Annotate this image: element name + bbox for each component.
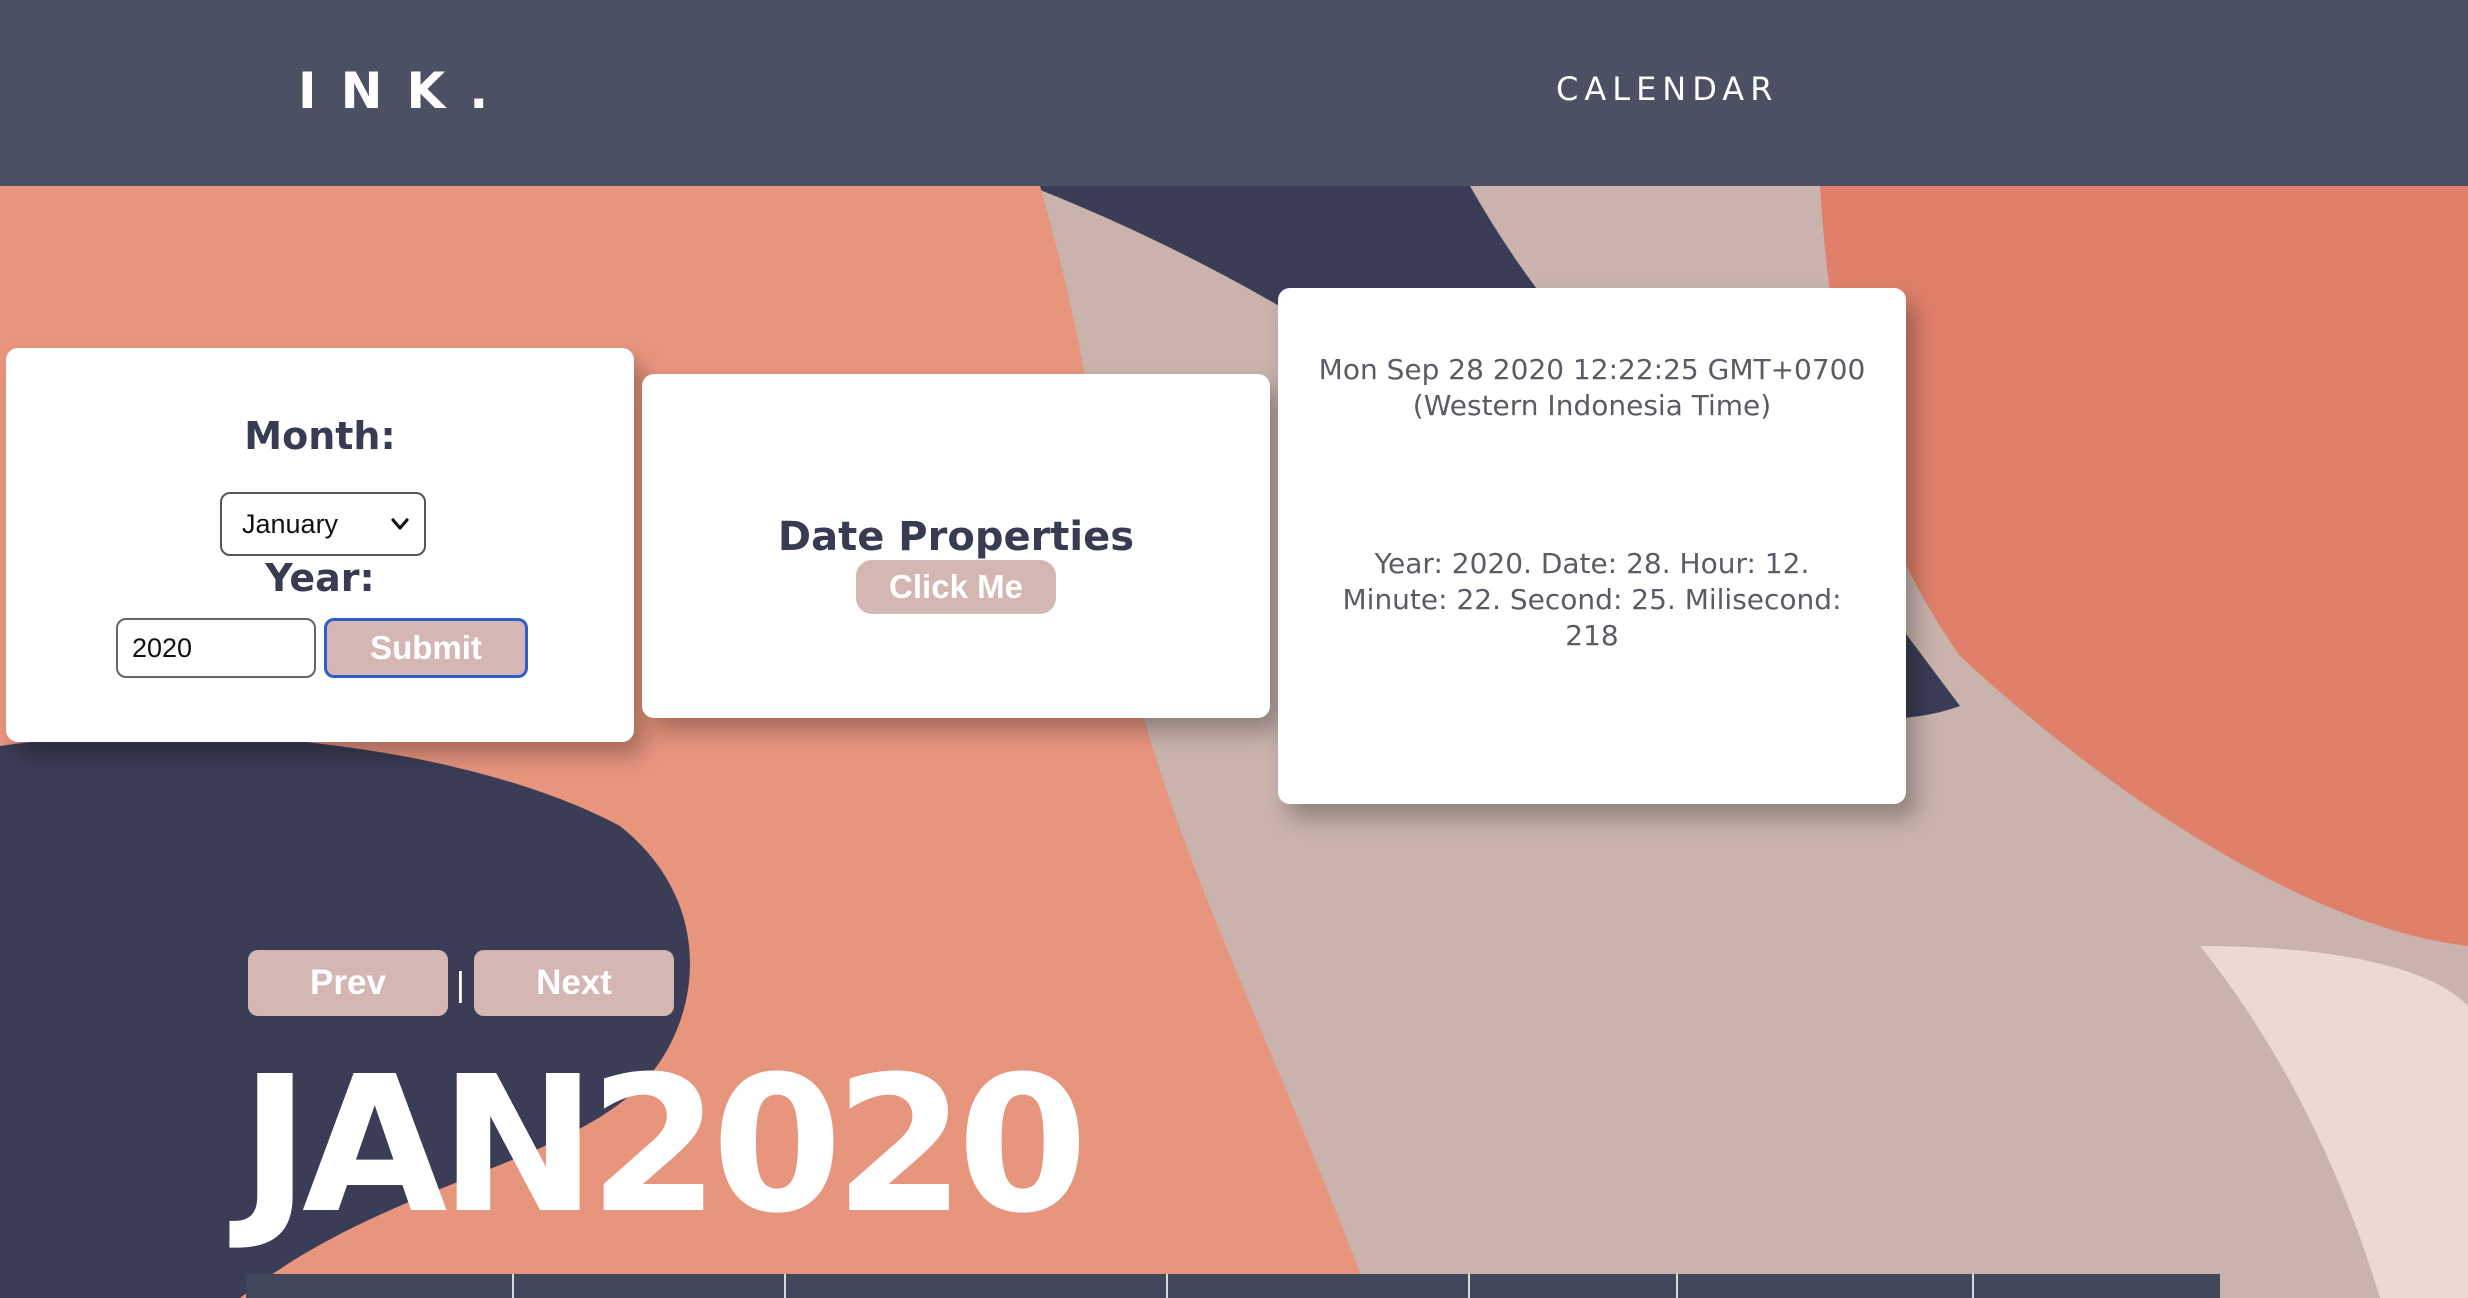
date-properties-text: Year: 2020. Date: 28. Hour: 12. Minute: … xyxy=(1342,547,1842,652)
hero-background: Month: January Year: Submit Date Propert… xyxy=(0,186,2468,1298)
month-label: Month: xyxy=(244,414,396,458)
date-properties-card: Date Properties Click Me xyxy=(642,374,1270,718)
nav-separator: | xyxy=(456,966,465,1004)
month-select-value: January xyxy=(242,508,339,539)
calendar-header-cell xyxy=(786,1274,1168,1298)
top-navbar: INK. CALENDAR xyxy=(0,0,2468,186)
prev-button[interactable]: Prev xyxy=(248,950,448,1016)
next-button[interactable]: Next xyxy=(474,950,674,1016)
month-year-form-card: Month: January Year: Submit xyxy=(6,348,634,742)
click-me-button[interactable]: Click Me xyxy=(856,560,1056,614)
calendar-header-cell xyxy=(1168,1274,1470,1298)
nav-link-calendar[interactable]: CALENDAR xyxy=(1556,70,1778,108)
logo[interactable]: INK. xyxy=(298,62,512,120)
calendar-month-title: JAN2020 xyxy=(240,1036,1088,1255)
calendar-header-cell xyxy=(1470,1274,1678,1298)
calendar-header-cell xyxy=(1678,1274,1974,1298)
year-label: Year: xyxy=(265,556,375,600)
calendar-header-cell xyxy=(246,1274,514,1298)
month-select[interactable]: January xyxy=(220,492,426,556)
chevron-down-icon xyxy=(391,518,409,530)
year-input[interactable] xyxy=(116,618,316,678)
submit-button[interactable]: Submit xyxy=(324,618,528,678)
date-info-card: Mon Sep 28 2020 12:22:25 GMT+0700 (Weste… xyxy=(1278,288,1906,804)
calendar-grid-header xyxy=(246,1274,2220,1298)
calendar-header-cell xyxy=(514,1274,786,1298)
calendar-header-cell xyxy=(1974,1274,2220,1298)
current-date-text: Mon Sep 28 2020 12:22:25 GMT+0700 (Weste… xyxy=(1318,353,1866,422)
date-properties-title: Date Properties xyxy=(777,514,1135,560)
